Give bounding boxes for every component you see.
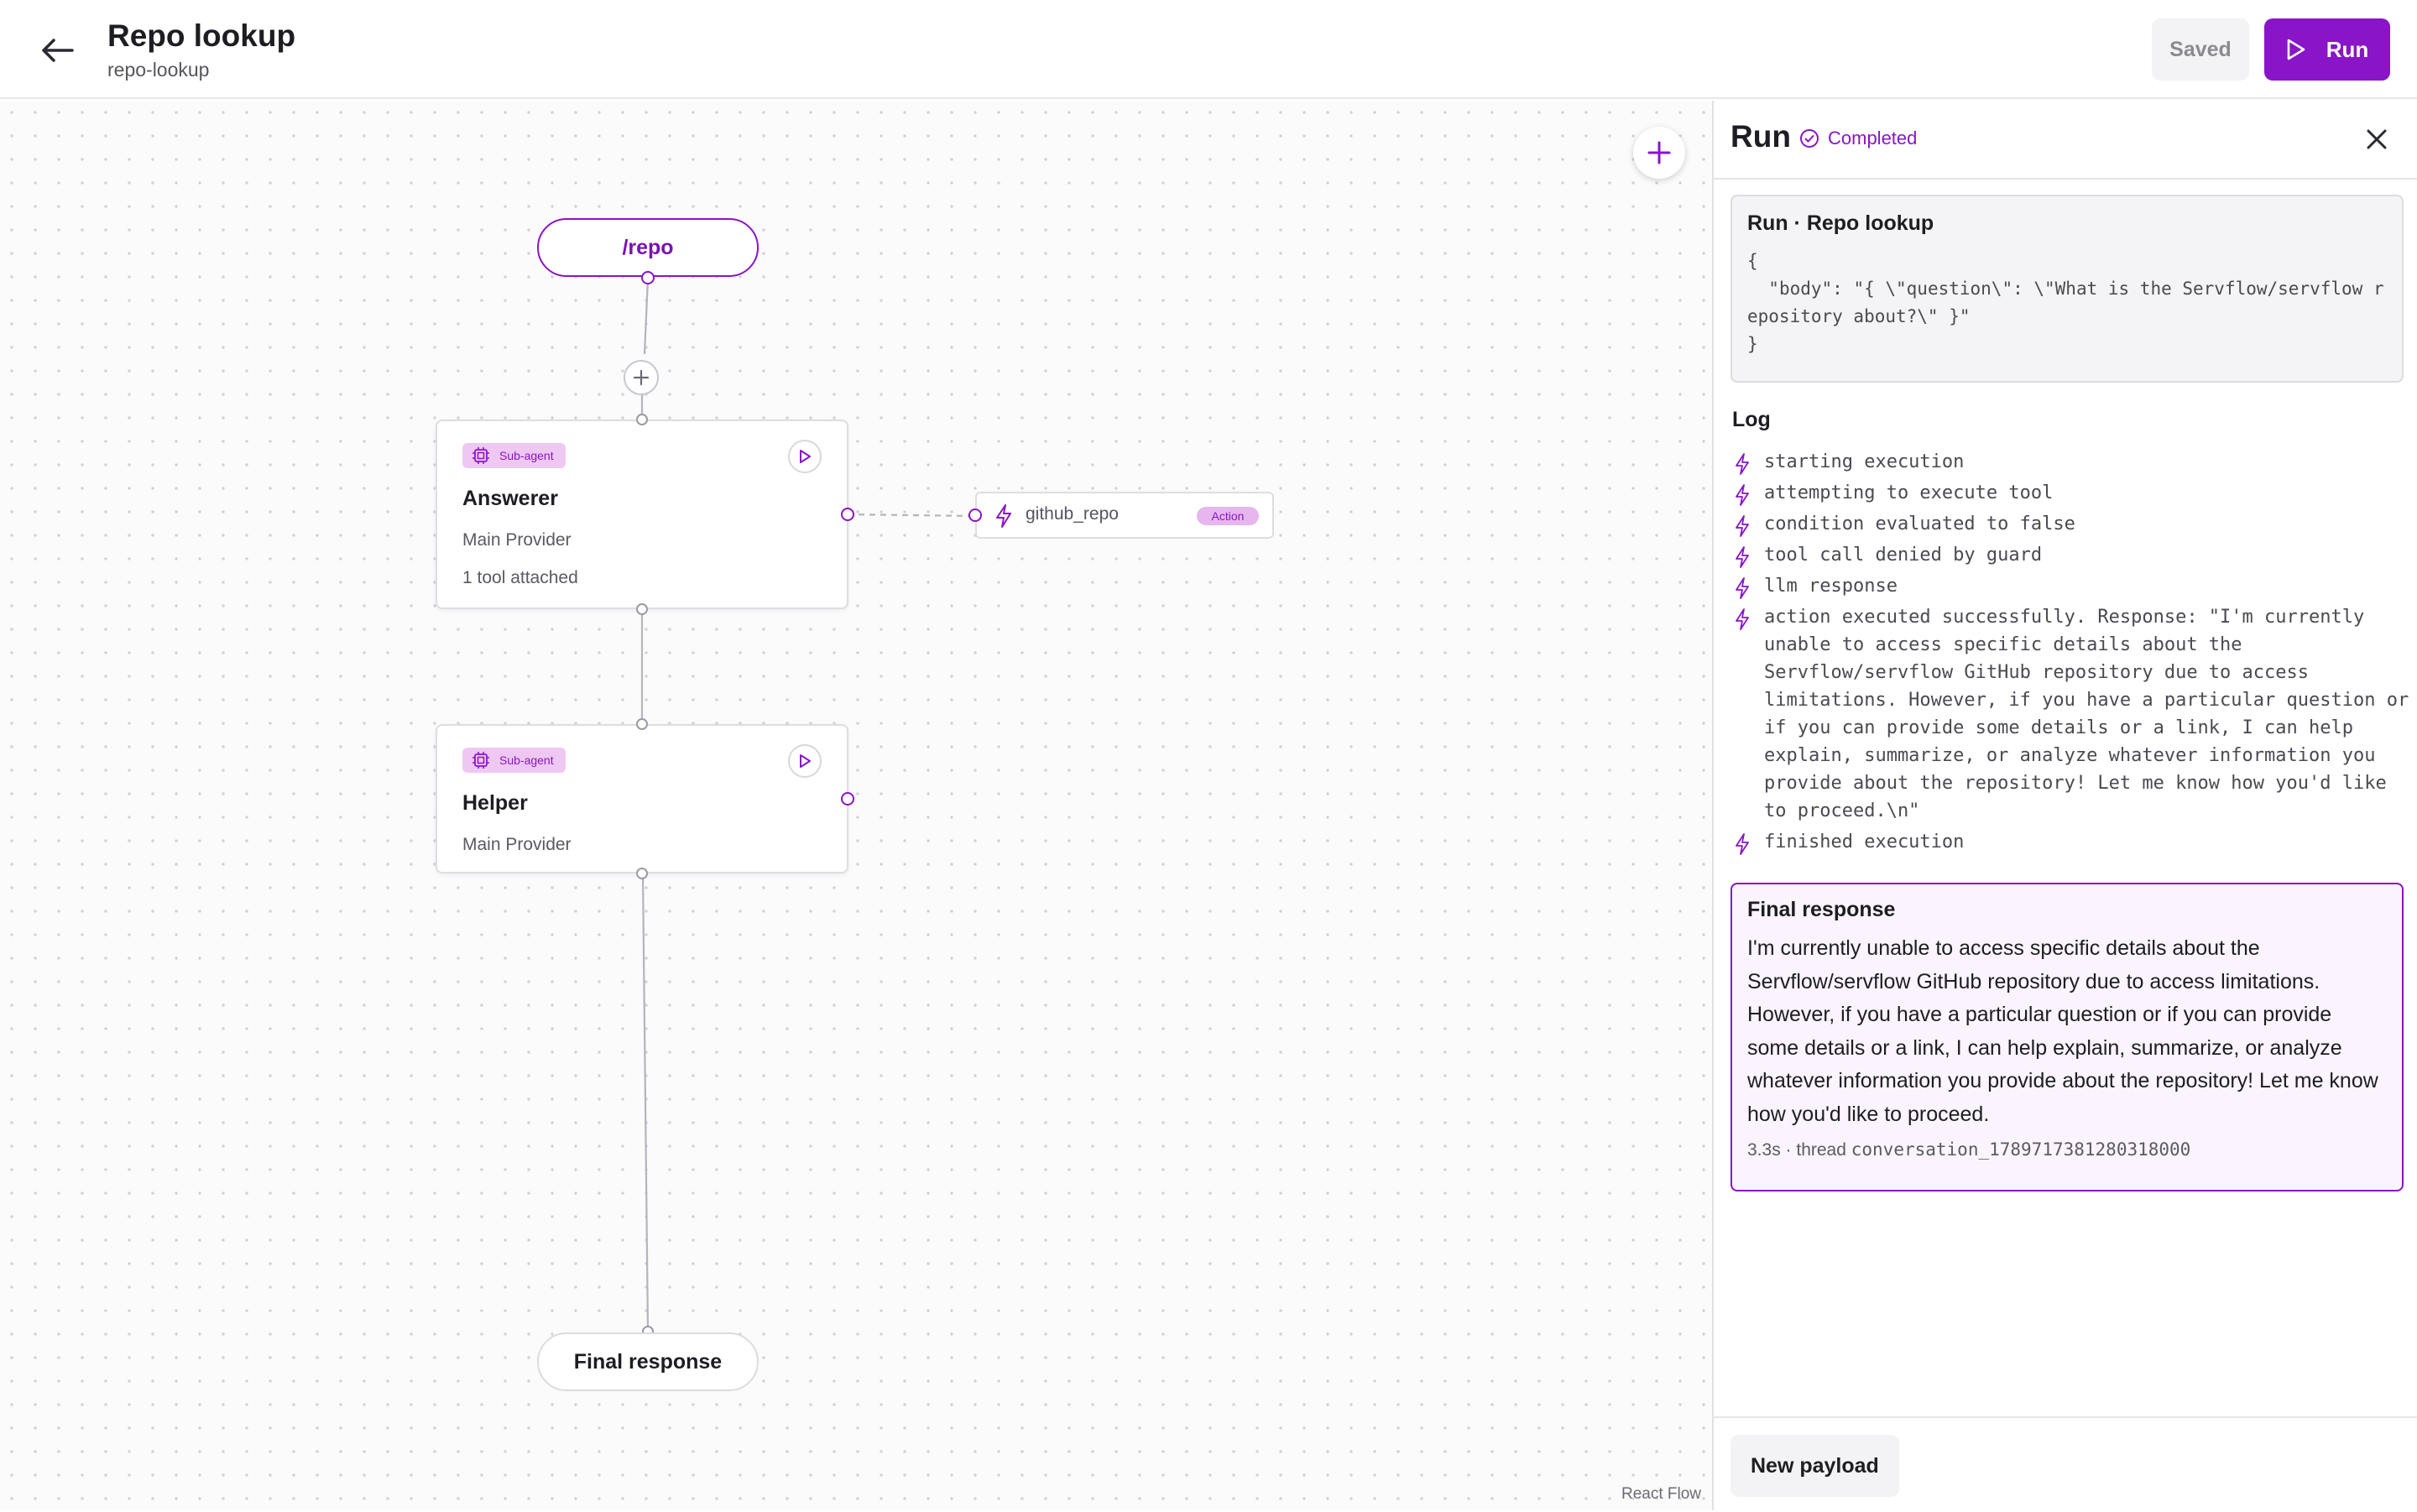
log-item: finished execution: [1727, 828, 2412, 856]
final-response-card: Final response I'm currently unable to a…: [1731, 883, 2404, 1191]
check-circle-icon: [1800, 129, 1819, 148]
helper-output-handle[interactable]: [636, 868, 648, 879]
log-list: starting execution attempting to execute…: [1727, 448, 2412, 859]
lightning-icon: [1736, 515, 1749, 537]
log-text: condition evaluated to false: [1764, 514, 2075, 534]
tool-input-handle[interactable]: [968, 508, 982, 522]
play-icon: [800, 754, 811, 768]
log-text: starting execution: [1764, 451, 1965, 472]
answerer-input-handle[interactable]: [636, 414, 648, 425]
agent-node-answerer[interactable]: Sub-agent Answerer Main Provider 1 tool …: [436, 420, 848, 609]
lightning-icon: [1736, 833, 1749, 855]
agent-name: Helper: [462, 791, 528, 815]
chip-icon: [472, 752, 489, 769]
arrow-left-icon: [42, 39, 74, 62]
edge-helper-to-final: [641, 873, 650, 1332]
lightning-icon: [1736, 546, 1749, 568]
saved-button[interactable]: Saved: [2152, 18, 2249, 81]
page-title: Repo lookup: [107, 18, 296, 53]
lightning-icon: [1736, 484, 1749, 506]
agent-provider: Main Provider: [462, 835, 572, 854]
insert-node-button[interactable]: [624, 360, 659, 395]
log-text: tool call denied by guard: [1764, 545, 2043, 566]
sub-agent-badge: Sub-agent: [462, 443, 566, 468]
log-item: tool call denied by guard: [1727, 541, 2412, 569]
play-icon: [2287, 39, 2305, 60]
back-button[interactable]: [34, 29, 81, 72]
lightning-icon: [1736, 453, 1749, 475]
react-flow-attribution[interactable]: React Flow: [1621, 1485, 1701, 1504]
tool-node-github-repo[interactable]: github_repo Action: [975, 492, 1274, 539]
plus-icon: [1647, 141, 1671, 164]
agent-provider: Main Provider: [462, 530, 572, 550]
agent-tools-count: 1 tool attached: [462, 568, 578, 587]
lightning-icon: [1736, 577, 1749, 599]
log-text: attempting to execute tool: [1764, 482, 2054, 503]
flow-edges: [640, 278, 976, 1332]
log-text: llm response: [1764, 576, 1898, 597]
status-label: Completed: [1828, 128, 1918, 149]
flow-canvas[interactable]: /repo Sub-agent Answerer Main Provider 1…: [0, 101, 1712, 1510]
log-title: Log: [1732, 408, 1771, 431]
final-response-text: I'm currently unable to access specific …: [1747, 936, 2378, 1126]
trigger-node[interactable]: /repo: [537, 218, 759, 277]
play-icon: [800, 450, 811, 463]
run-button[interactable]: Run: [2264, 18, 2390, 81]
run-panel-title: Run: [1731, 119, 1791, 154]
edge-answerer-to-tool: [847, 513, 976, 518]
run-payload: Run · Repo lookup { "body": "{ \"questio…: [1731, 195, 2404, 383]
close-panel-button[interactable]: [2360, 123, 2394, 156]
log-item: attempting to execute tool: [1727, 479, 2412, 507]
workflow-slug: repo-lookup: [107, 59, 210, 81]
log-text: finished execution: [1764, 832, 1965, 852]
add-node-button[interactable]: [1633, 127, 1685, 179]
helper-tool-handle[interactable]: [841, 792, 854, 806]
sub-agent-badge: Sub-agent: [462, 748, 566, 773]
run-agent-button[interactable]: [788, 440, 822, 473]
helper-input-handle[interactable]: [636, 718, 648, 730]
trigger-output-handle[interactable]: [641, 271, 655, 284]
run-duration: 3.3s · thread: [1747, 1140, 1846, 1160]
edge-trigger-to-answerer: [643, 278, 650, 355]
log-item: condition evaluated to false: [1727, 510, 2412, 538]
sub-agent-badge-label: Sub-agent: [499, 449, 554, 462]
answerer-tool-handle[interactable]: [841, 508, 854, 521]
new-payload-button[interactable]: New payload: [1731, 1435, 1899, 1497]
answerer-output-handle[interactable]: [636, 603, 648, 615]
lightning-icon: [1736, 608, 1749, 630]
close-icon: [2367, 129, 2387, 149]
final-response-title: Final response: [1747, 898, 1896, 921]
sub-agent-badge-label: Sub-agent: [499, 753, 554, 767]
chip-icon: [472, 447, 489, 464]
run-panel-header: Run Completed: [1714, 101, 2417, 180]
thread-id: conversation_1789717381280318000: [1851, 1139, 2191, 1160]
top-bar: Repo lookup repo-lookup Saved Run: [0, 0, 2417, 99]
run-agent-button[interactable]: [788, 744, 822, 778]
run-panel-footer: New payload: [1714, 1416, 2417, 1512]
payload-title: Run · Repo lookup: [1747, 211, 1934, 235]
agent-name: Answerer: [462, 487, 558, 510]
action-badge: Action: [1197, 507, 1259, 525]
log-item: starting execution: [1727, 448, 2412, 476]
lightning-icon: [996, 504, 1011, 528]
agent-node-helper[interactable]: Sub-agent Helper Main Provider: [436, 724, 848, 873]
log-item: llm response: [1727, 572, 2412, 600]
payload-json: { "body": "{ \"question\": \"What is the…: [1747, 251, 2384, 354]
status-badge: Completed: [1799, 128, 1917, 149]
run-panel: Run Completed Run · Repo lookup { "body"…: [1712, 101, 2417, 1510]
log-item: action executed successfully. Response: …: [1727, 603, 2412, 825]
plus-icon: [633, 369, 650, 386]
run-button-label: Run: [2326, 36, 2369, 62]
final-response-meta: 3.3s · thread conversation_1789717381280…: [1747, 1139, 2387, 1160]
tool-name: github_repo: [1026, 504, 1119, 524]
log-text: action executed successfully. Response: …: [1764, 607, 2409, 821]
final-response-node[interactable]: Final response: [537, 1332, 759, 1391]
